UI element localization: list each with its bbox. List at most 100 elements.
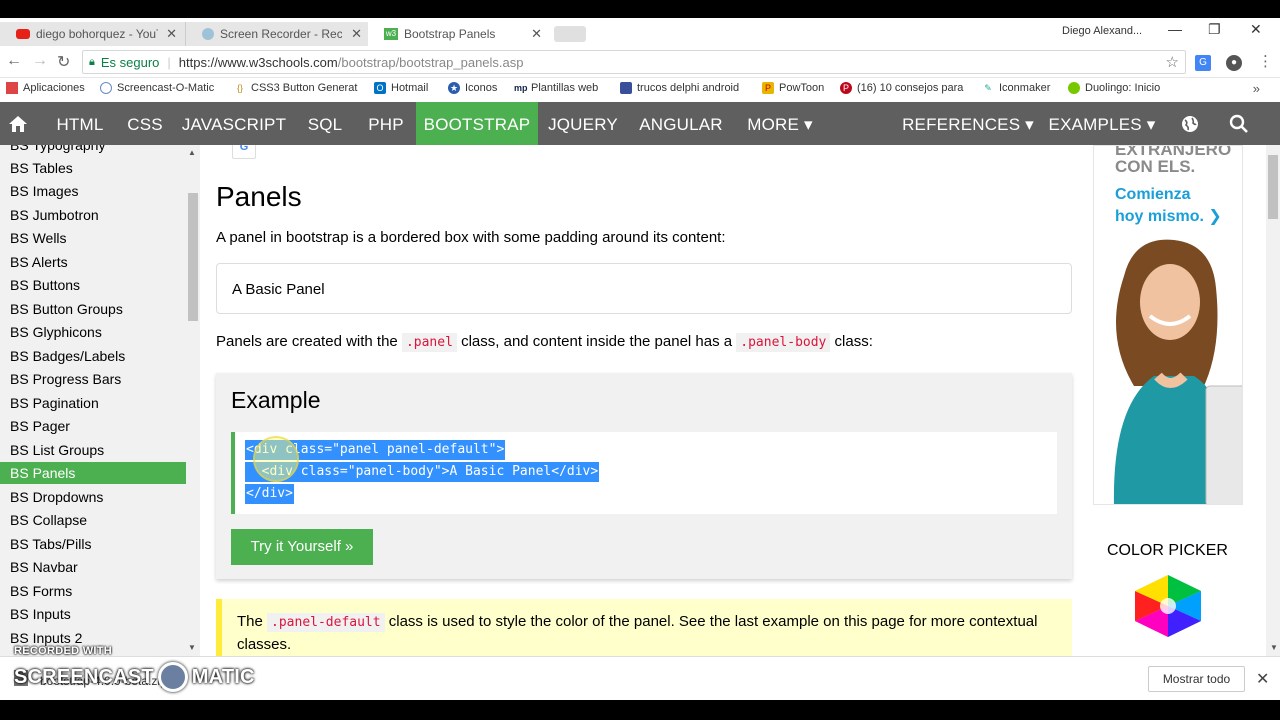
new-tab-button[interactable] bbox=[554, 26, 586, 42]
sidebar-item-dropdowns[interactable]: BS Dropdowns bbox=[0, 486, 186, 508]
bookmark-label: Plantillas web bbox=[531, 82, 599, 94]
page-scrollbar-thumb[interactable] bbox=[1268, 155, 1278, 219]
sidebar-item-progress-bars[interactable]: BS Progress Bars bbox=[0, 368, 186, 390]
nav-php[interactable]: PHP bbox=[356, 102, 416, 145]
restore-icon[interactable]: ❐ bbox=[1208, 21, 1221, 38]
bookmark-item[interactable]: ✎ Iconmaker bbox=[982, 82, 1050, 94]
cursor-highlight bbox=[253, 436, 299, 482]
sidebar-item-typography[interactable]: BS Typography bbox=[0, 145, 186, 156]
bookmark-star-icon[interactable]: ☆ bbox=[1166, 53, 1179, 71]
sidebar-item-pagination[interactable]: BS Pagination bbox=[0, 392, 186, 414]
sidebar-item-buttons[interactable]: BS Buttons bbox=[0, 274, 186, 296]
advertisement[interactable]: EXTRANJERO CON ELS. Comienza hoy mismo. … bbox=[1093, 145, 1243, 505]
window-close-icon[interactable]: ✕ bbox=[1250, 21, 1262, 38]
translate-icon[interactable]: G bbox=[232, 145, 256, 159]
sidebar-scrollbar-thumb[interactable] bbox=[188, 193, 198, 321]
home-icon[interactable] bbox=[8, 114, 28, 134]
code-line[interactable]: </div> bbox=[245, 484, 294, 504]
ad-headline: CON ELS. bbox=[1115, 157, 1196, 176]
nav-html[interactable]: HTML bbox=[44, 102, 116, 145]
minimize-icon[interactable]: — bbox=[1168, 21, 1182, 37]
sidebar-item-pager[interactable]: BS Pager bbox=[0, 415, 186, 437]
scroll-down-icon[interactable]: ▼ bbox=[188, 643, 196, 652]
sidebar-item-panels[interactable]: BS Panels bbox=[0, 462, 186, 484]
chevron-double-right-icon[interactable]: » bbox=[1253, 81, 1260, 96]
show-all-button[interactable]: Mostrar todo bbox=[1148, 666, 1245, 692]
ad-cta[interactable]: Comienza bbox=[1115, 186, 1191, 204]
sidebar-item-collapse[interactable]: BS Collapse bbox=[0, 509, 186, 531]
browser-tab-bootstrap-panels[interactable]: w3 Bootstrap Panels ✕ bbox=[368, 22, 550, 46]
color-picker-hexagon[interactable] bbox=[1131, 573, 1205, 639]
nav-more[interactable]: MORE ▾ bbox=[734, 102, 826, 145]
bookmark-item[interactable]: trucos delphi android bbox=[620, 82, 739, 94]
bookmark-item[interactable]: mp Plantillas web bbox=[514, 82, 598, 94]
sidebar-item-navbar[interactable]: BS Navbar bbox=[0, 556, 186, 578]
close-icon[interactable]: ✕ bbox=[1256, 669, 1269, 689]
code-block[interactable]: <div class="panel panel-default"> <div c… bbox=[231, 432, 1057, 514]
reload-icon[interactable]: ↻ bbox=[57, 52, 70, 72]
sidebar-item-images[interactable]: BS Images bbox=[0, 180, 186, 202]
bookmark-item[interactable]: Duolingo: Inicio bbox=[1068, 82, 1160, 94]
sidebar-item-glyphicons[interactable]: BS Glyphicons bbox=[0, 321, 186, 343]
inline-code: .panel-default bbox=[267, 613, 385, 632]
nav-references[interactable]: REFERENCES ▾ bbox=[898, 102, 1038, 145]
mp-icon: mp bbox=[514, 82, 528, 94]
sidebar-item-inputs[interactable]: BS Inputs bbox=[0, 603, 186, 625]
url-field[interactable]: 🔒︎ Es seguro | https://www.w3schools.com… bbox=[82, 50, 1186, 74]
bookmark-label: Iconos bbox=[465, 82, 498, 94]
close-icon[interactable]: ✕ bbox=[166, 26, 177, 42]
sidebar-item-list-groups[interactable]: BS List Groups bbox=[0, 439, 186, 461]
sidebar-item-tables[interactable]: BS Tables bbox=[0, 157, 186, 179]
forward-arrow-icon[interactable]: → bbox=[32, 52, 48, 70]
sidebar-item-forms[interactable]: BS Forms bbox=[0, 580, 186, 602]
address-bar: ← → ↻ 🔒︎ Es seguro | https://www.w3schoo… bbox=[0, 46, 1280, 78]
nav-css[interactable]: CSS bbox=[116, 102, 174, 145]
bookmark-label: trucos delphi android bbox=[637, 82, 740, 94]
translate-extension-icon[interactable]: G bbox=[1195, 55, 1211, 71]
back-arrow-icon[interactable]: ← bbox=[6, 52, 22, 70]
try-it-yourself-button[interactable]: Try it Yourself » bbox=[231, 529, 373, 565]
right-column: EXTRANJERO CON ELS. Comienza hoy mismo. … bbox=[1093, 145, 1280, 656]
sidebar-item-tabs-pills[interactable]: BS Tabs/Pills bbox=[0, 533, 186, 555]
close-icon[interactable]: ✕ bbox=[351, 26, 362, 42]
nav-angular[interactable]: ANGULAR bbox=[628, 102, 734, 145]
scroll-up-icon[interactable]: ▲ bbox=[188, 148, 196, 157]
example-title: Example bbox=[231, 387, 321, 413]
bookmark-item[interactable]: {} CSS3 Button Generat bbox=[234, 82, 357, 94]
ad-cta[interactable]: hoy mismo. ❯ bbox=[1115, 206, 1222, 226]
menu-kebab-icon[interactable]: ⋮ bbox=[1258, 52, 1273, 70]
sidebar-item-jumbotron[interactable]: BS Jumbotron bbox=[0, 204, 186, 226]
nav-examples[interactable]: EXAMPLES ▾ bbox=[1040, 102, 1164, 145]
nav-sql[interactable]: SQL bbox=[294, 102, 356, 145]
bookmark-item[interactable]: P (16) 10 consejos para bbox=[840, 82, 963, 94]
bookmark-item[interactable]: Screencast-O-Matic bbox=[100, 82, 214, 94]
globe-icon bbox=[202, 28, 214, 40]
text: The bbox=[237, 613, 268, 630]
sidebar-item-badges-labels[interactable]: BS Badges/Labels bbox=[0, 345, 186, 367]
page-scrollbar[interactable] bbox=[1266, 145, 1280, 656]
duolingo-icon bbox=[1068, 82, 1080, 94]
bookmark-label: Iconmaker bbox=[999, 82, 1051, 94]
bookmark-item[interactable]: ★ Iconos bbox=[448, 82, 497, 94]
url-divider: | bbox=[167, 54, 171, 70]
close-icon[interactable]: ✕ bbox=[531, 26, 542, 42]
sidebar-item-button-groups[interactable]: BS Button Groups bbox=[0, 298, 186, 320]
nav-javascript[interactable]: JAVASCRIPT bbox=[174, 102, 294, 145]
bookmark-item[interactable]: Aplicaciones bbox=[6, 82, 85, 94]
sidebar-item-wells[interactable]: BS Wells bbox=[0, 227, 186, 249]
nav-jquery[interactable]: JQUERY bbox=[538, 102, 628, 145]
bookmark-item[interactable]: O Hotmail bbox=[374, 82, 428, 94]
sidebar-item-alerts[interactable]: BS Alerts bbox=[0, 251, 186, 273]
globe-icon[interactable] bbox=[1180, 114, 1200, 134]
browser-user-name[interactable]: Diego Alexand... bbox=[1062, 25, 1142, 37]
intro-text: A panel in bootstrap is a bordered box w… bbox=[216, 229, 726, 246]
bookmark-item[interactable]: P PowToon bbox=[762, 82, 824, 94]
extension-icon[interactable]: ● bbox=[1226, 55, 1242, 71]
browser-tab-screen-recorder[interactable]: Screen Recorder - Record ✕ bbox=[185, 22, 370, 46]
browser-tab-youtube[interactable]: diego bohorquez - YouTu ✕ bbox=[0, 22, 185, 46]
bookmark-label: CSS3 Button Generat bbox=[251, 82, 358, 94]
search-icon[interactable] bbox=[1229, 114, 1249, 134]
nav-bootstrap[interactable]: BOOTSTRAP bbox=[416, 102, 538, 145]
watermark-text: MATIC bbox=[191, 665, 255, 688]
scroll-down-icon[interactable]: ▼ bbox=[1270, 643, 1278, 652]
